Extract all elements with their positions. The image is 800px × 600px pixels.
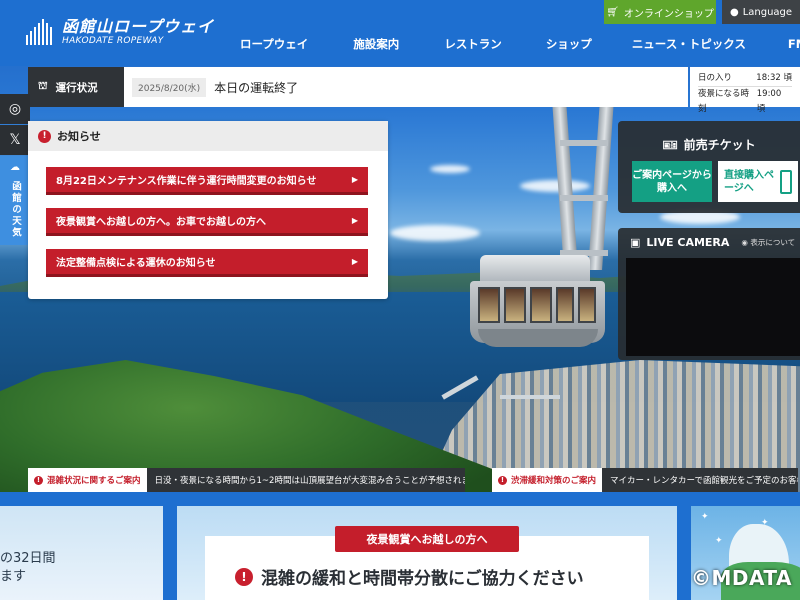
alert-icon: !	[34, 475, 43, 485]
site-header: 函館山ロープウェイ HAKODATE ROPEWAY 🛒︎ オンラインショップ …	[0, 0, 800, 66]
sunset-value: 18:32 頃	[756, 73, 792, 83]
banner-left[interactable]: の32日間 ます	[0, 506, 163, 600]
sunset-label: 日の入り	[698, 73, 733, 83]
ticket-title: 前売チケット	[683, 138, 756, 152]
copyright-watermark: ©MDATA	[691, 566, 792, 590]
banner-section: の32日間 ます 夜景観賞へお越しの方へ ! 混雑の緩和と時間帯分散にご協力くだ…	[0, 492, 800, 600]
language-button[interactable]: ● Language	[722, 0, 800, 24]
notice-panel: ! お知らせ 8月22日メンテナンス作業に伴う運行時間変更のお知らせ ▶ 夜景観…	[28, 121, 388, 299]
nav-item-ropeway[interactable]: ロープウェイ	[240, 36, 308, 52]
instagram-icon[interactable]: ◎	[0, 94, 30, 124]
logo-name-en: HAKODATE ROPEWAY	[62, 36, 164, 46]
notice-item[interactable]: 夜景観賞へお越しの方へ。お車でお越しの方へ ▶	[46, 208, 368, 236]
gondola	[470, 255, 605, 350]
advance-ticket-panel: 🎫︎ 前売チケット ご案内ページから購入へ 直接購入ページへ	[618, 121, 800, 213]
ticket-guide-button[interactable]: ご案内ページから購入へ	[632, 161, 712, 202]
alert-icon: !	[498, 475, 507, 485]
phone-icon	[779, 169, 792, 194]
logo-name-jp: 函館山ロープウェイ	[62, 17, 215, 36]
ticket-direct-button[interactable]: 直接購入ページへ	[718, 161, 798, 202]
status-text: 本日の運転終了	[214, 80, 299, 95]
live-camera-video[interactable]	[626, 258, 800, 356]
x-twitter-icon[interactable]: 𝕏	[0, 125, 30, 155]
camera-title: LIVE CAMERA	[646, 236, 730, 249]
notice-item-label: 夜景観賞へお越しの方へ。お車でお越しの方へ	[56, 217, 266, 228]
alert-icon: !	[38, 129, 51, 143]
nav-item-restaurant[interactable]: レストラン	[444, 36, 502, 52]
camera-info-label: 表示について	[750, 238, 796, 247]
status-label-box: ⛫ 運行状況	[28, 67, 124, 107]
sunset-info: 日の入り 18:32 頃 夜景になる時刻 19:00 頃	[690, 67, 800, 114]
ticker-right-text: マイカー・レンタカーで函館観光をご予定のお客様へ	[602, 468, 799, 492]
nav-item-facilities[interactable]: 施設案内	[353, 36, 399, 52]
arrow-right-icon: ▶	[351, 257, 358, 266]
congestion-ticker[interactable]: ! 混雑状況に関するご案内 日没・夜景になる時間から1~2時間は山頂展望台が大変…	[28, 468, 472, 492]
notice-item[interactable]: 8月22日メンテナンス作業に伴う運行時間変更のお知らせ ▶	[46, 167, 368, 195]
camera-icon: ▣	[630, 236, 641, 249]
ticker-right-label: 渋滞緩和対策のご案内	[511, 476, 597, 486]
ticker-left-label: 混雑状況に関するご案内	[47, 476, 141, 486]
gondola-icon: ⛫	[38, 80, 48, 92]
camera-info-link[interactable]: ◉ 表示について	[741, 237, 795, 248]
live-camera-panel: ▣ LIVE CAMERA ◉ 表示について	[618, 228, 800, 360]
operation-status-bar: ⛫ 運行状況 2025/8/20(水) 本日の運転終了	[28, 67, 688, 107]
nav-item-shop[interactable]: ショップ	[546, 36, 592, 52]
banner-left-line2: ます	[0, 569, 27, 584]
cart-icon: 🛒︎	[606, 6, 619, 18]
cloud-icon: ☁	[10, 162, 20, 173]
night-view-value: 19:00 頃	[756, 89, 782, 114]
weather-label: 函館の天気	[10, 181, 21, 239]
notice-item-label: 8月22日メンテナンス作業に伴う運行時間変更のお知らせ	[56, 176, 317, 187]
main-nav: ロープウェイ 施設案内 レストラン ショップ ニュース・トピックス FMいる	[240, 36, 800, 52]
nav-item-news[interactable]: ニュース・トピックス	[632, 36, 746, 52]
status-label: 運行状況	[55, 81, 98, 94]
ticket-icon: 🎫︎	[662, 137, 678, 152]
online-shop-button[interactable]: 🛒︎ オンラインショップ	[604, 0, 716, 24]
status-date: 2025/8/20(水)	[132, 77, 207, 97]
ticker-left-text: 日没・夜景になる時間から1~2時間は山頂展望台が大変混み合うことが予想されます	[146, 468, 465, 492]
online-shop-label: オンラインショップ	[623, 8, 714, 20]
ropeway-tower	[548, 100, 618, 270]
notice-item-label: 法定整備点検による運休のお知らせ	[56, 258, 216, 269]
banner-left-line1: の32日間	[0, 551, 56, 566]
social-sidebar: ◎ 𝕏 ☁ 函館の天気	[0, 94, 30, 245]
globe-icon: ●	[729, 6, 739, 18]
notice-item[interactable]: 法定整備点検による運休のお知らせ ▶	[46, 249, 368, 277]
traffic-ticker[interactable]: ! 渋滞緩和対策のご案内 マイカー・レンタカーで函館観光をご予定のお客様へ	[492, 468, 800, 492]
banner-night-view[interactable]: 夜景観賞へお越しの方へ ! 混雑の緩和と時間帯分散にご協力ください	[177, 506, 677, 600]
banner-headline: 混雑の緩和と時間帯分散にご協力ください	[261, 569, 584, 589]
night-view-label: 夜景になる時刻	[698, 89, 750, 114]
arrow-right-icon: ▶	[351, 175, 358, 184]
notice-title: お知らせ	[57, 130, 101, 143]
weather-link[interactable]: ☁ 函館の天気	[0, 156, 30, 245]
arrow-right-icon: ▶	[351, 216, 358, 225]
language-label: Language	[742, 6, 793, 18]
ticket-direct-label: 直接購入ページへ	[724, 169, 774, 194]
nav-item-fm[interactable]: FMいる	[788, 36, 800, 52]
banner-pill: 夜景観賞へお越しの方へ	[335, 526, 519, 552]
site-logo[interactable]: 函館山ロープウェイ HAKODATE ROPEWAY	[26, 18, 214, 46]
logo-mark-icon	[26, 19, 56, 45]
alert-icon: !	[235, 567, 253, 586]
